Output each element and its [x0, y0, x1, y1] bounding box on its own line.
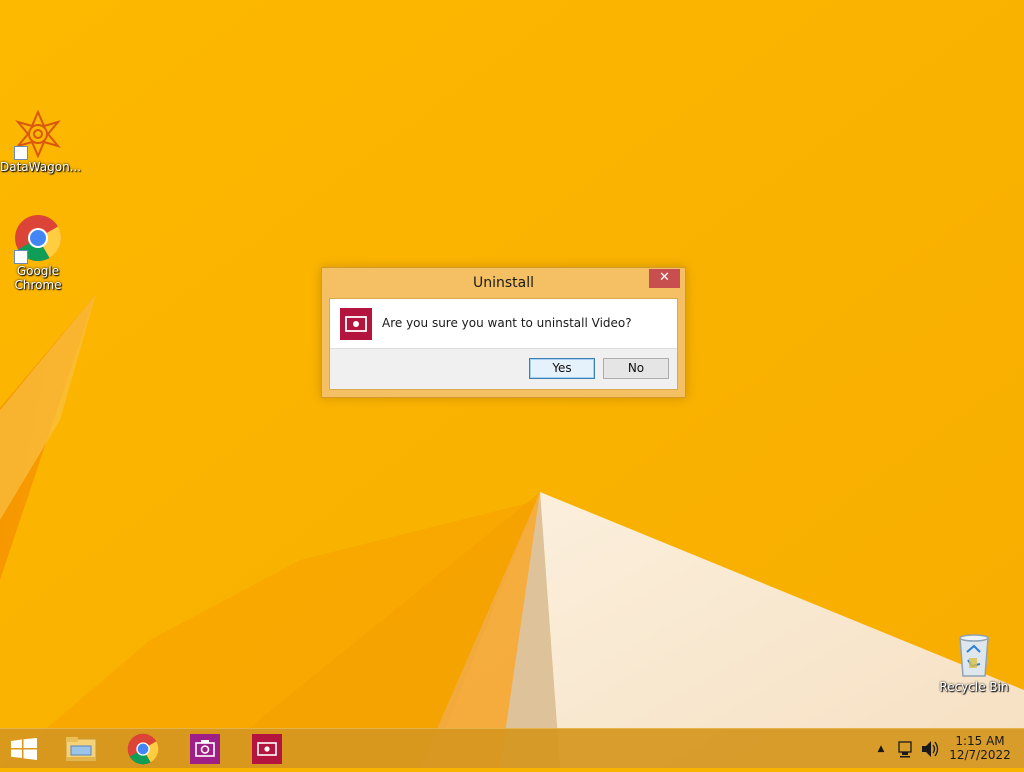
taskbar-video[interactable] — [238, 729, 296, 769]
network-icon[interactable] — [896, 729, 916, 769]
no-button[interactable]: No — [603, 358, 669, 379]
show-hidden-icons-chevron-icon[interactable]: ▲ — [873, 729, 889, 769]
chrome-icon — [127, 733, 159, 765]
dialog-button-bar: Yes No — [330, 348, 677, 389]
close-button[interactable]: ✕ — [649, 269, 680, 288]
desktop-icon-label: Google Chrome — [14, 264, 62, 292]
shortcut-arrow-icon — [14, 146, 28, 160]
recycle-bin-icon — [959, 634, 989, 677]
dialog-content: Are you sure you want to uninstall Video… — [329, 298, 678, 390]
file-explorer-icon — [65, 737, 97, 762]
dialog-titlebar[interactable]: Uninstall ✕ — [322, 268, 685, 298]
video-app-icon — [252, 734, 282, 764]
video-app-icon — [340, 308, 372, 340]
desktop-icon-label: DataWagon... — [0, 160, 82, 174]
volume-icon[interactable] — [920, 729, 940, 769]
clock-time: 1:15 AM — [955, 734, 1005, 748]
desktop-icon-recycle-bin[interactable]: Recycle Bin — [936, 630, 1012, 694]
taskbar: ▲ 1:15 AM 12/7/2022 — [0, 728, 1024, 768]
desktop-icon-google-chrome[interactable]: Google Chrome — [0, 214, 76, 292]
start-button[interactable] — [0, 729, 48, 769]
uninstall-dialog: Uninstall ✕ Are you sure you want to uni… — [321, 267, 686, 398]
taskbar-file-explorer[interactable] — [52, 729, 110, 769]
taskbar-clock[interactable]: 1:15 AM 12/7/2022 — [944, 729, 1016, 769]
camera-app-icon — [190, 734, 220, 764]
start-icon — [11, 738, 37, 760]
dialog-message: Are you sure you want to uninstall Video… — [382, 316, 632, 330]
clock-date: 12/7/2022 — [949, 748, 1011, 762]
taskbar-chrome[interactable] — [114, 729, 172, 769]
close-icon: ✕ — [659, 270, 670, 285]
dialog-title: Uninstall — [472, 275, 535, 291]
yes-button[interactable]: Yes — [529, 358, 595, 379]
taskbar-camera[interactable] — [176, 729, 234, 769]
desktop-icon-datawagon[interactable]: DataWagon... — [0, 109, 82, 174]
desktop-icon-label: Recycle Bin — [939, 680, 1009, 694]
shortcut-arrow-icon — [14, 250, 28, 264]
